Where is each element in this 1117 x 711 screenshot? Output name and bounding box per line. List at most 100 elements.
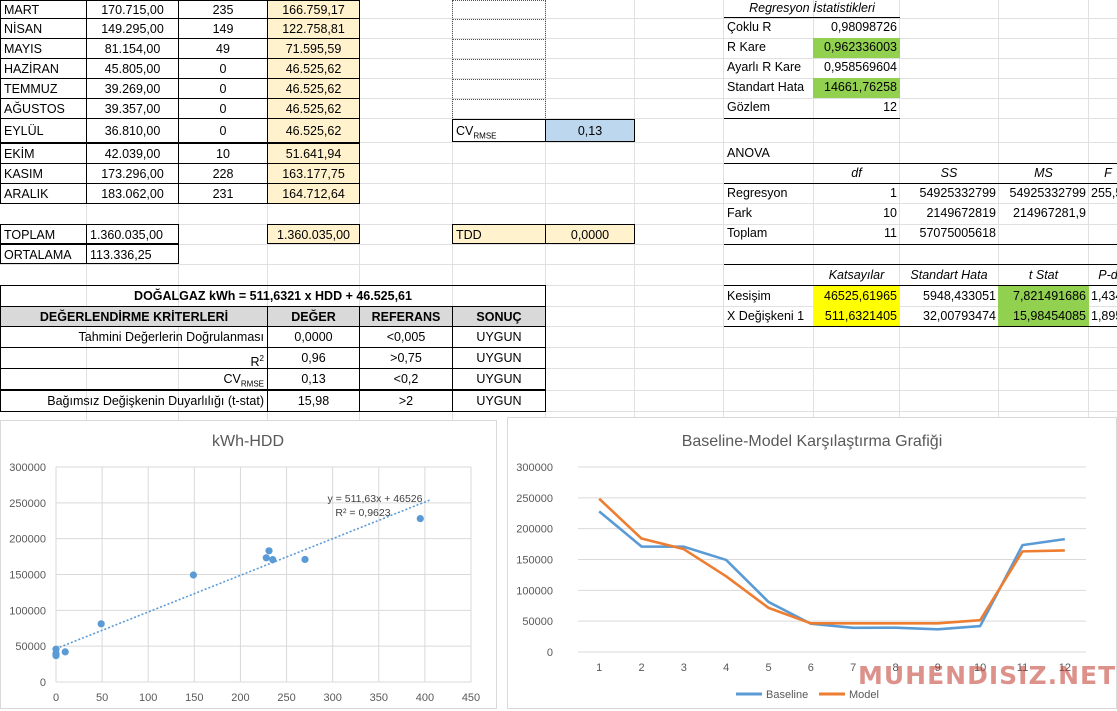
month-hdd[interactable]: 10 bbox=[178, 143, 268, 164]
month-kwh[interactable]: 183.062,00 bbox=[86, 183, 179, 204]
month-hdd[interactable]: 0 bbox=[178, 98, 268, 119]
total-label[interactable]: TOPLAM bbox=[0, 224, 87, 244]
month-model[interactable]: 51.641,94 bbox=[267, 143, 360, 164]
anova-ss[interactable]: 57075005618 bbox=[899, 224, 999, 244]
month-model[interactable]: 166.759,17 bbox=[267, 0, 360, 19]
coef-row-label[interactable]: Kesişim bbox=[724, 286, 814, 307]
anova-header[interactable]: df bbox=[813, 164, 900, 184]
coef-header[interactable]: Standart Hata bbox=[899, 265, 999, 286]
month-hdd[interactable]: 235 bbox=[178, 0, 268, 19]
month-kwh[interactable]: 170.715,00 bbox=[86, 0, 179, 19]
anova-df[interactable]: 10 bbox=[813, 204, 900, 224]
month-model[interactable]: 164.712,64 bbox=[267, 183, 360, 204]
coef-p-value[interactable]: 1,895 bbox=[1088, 306, 1117, 327]
anova-ms[interactable] bbox=[998, 224, 1089, 244]
month-hdd[interactable]: 228 bbox=[178, 163, 268, 184]
month-name[interactable]: TEMMUZ bbox=[0, 78, 87, 99]
criteria-reference[interactable]: >0,75 bbox=[359, 347, 453, 369]
criteria-result[interactable]: UYGUN bbox=[452, 347, 546, 369]
coef-t-stat[interactable]: 7,821491686 bbox=[998, 286, 1089, 307]
regstats-label[interactable]: Gözlem bbox=[724, 98, 814, 118]
regstats-label[interactable]: Standart Hata bbox=[724, 78, 814, 98]
anova-row-label[interactable]: Toplam bbox=[724, 224, 814, 244]
month-name[interactable]: AĞUSTOS bbox=[0, 98, 87, 119]
month-kwh[interactable]: 39.269,00 bbox=[86, 78, 179, 99]
coef-value[interactable]: 511,6321405 bbox=[813, 306, 900, 327]
month-hdd[interactable]: 0 bbox=[178, 118, 268, 143]
month-name[interactable]: MART bbox=[0, 0, 87, 19]
anova-header[interactable]: SS bbox=[899, 164, 999, 184]
total-model[interactable]: 1.360.035,00 bbox=[267, 224, 360, 244]
coef-value[interactable]: 46525,61965 bbox=[813, 286, 900, 307]
month-kwh[interactable]: 45.805,00 bbox=[86, 58, 179, 79]
criteria-reference[interactable]: <0,2 bbox=[359, 368, 453, 390]
coef-p-value[interactable]: 1,434 bbox=[1088, 286, 1117, 307]
month-hdd[interactable]: 0 bbox=[178, 78, 268, 99]
anova-row-label[interactable]: Regresyon bbox=[724, 184, 814, 204]
criteria-header[interactable]: SONUÇ bbox=[452, 306, 546, 327]
month-kwh[interactable]: 39.357,00 bbox=[86, 98, 179, 119]
anova-ms[interactable]: 54925332799 bbox=[998, 184, 1089, 204]
coef-std-error[interactable]: 5948,433051 bbox=[899, 286, 999, 307]
cv-value[interactable]: 0,13 bbox=[545, 119, 635, 142]
month-model[interactable]: 46.525,62 bbox=[267, 58, 360, 79]
regstats-value[interactable]: 0,958569604 bbox=[813, 58, 900, 78]
regstats-value[interactable]: 0,962336003 bbox=[813, 38, 900, 58]
criteria-label[interactable]: CVRMSE bbox=[0, 368, 268, 390]
month-model[interactable]: 122.758,81 bbox=[267, 18, 360, 39]
month-model[interactable]: 163.177,75 bbox=[267, 163, 360, 184]
regstats-title[interactable]: Regresyon İstatistikleri bbox=[724, 0, 900, 18]
month-name[interactable]: KASIM bbox=[0, 163, 87, 184]
criteria-reference[interactable]: >2 bbox=[359, 390, 453, 412]
month-hdd[interactable]: 0 bbox=[178, 58, 268, 79]
criteria-value[interactable]: 0,96 bbox=[267, 347, 360, 369]
month-model[interactable]: 46.525,62 bbox=[267, 78, 360, 99]
anova-df[interactable]: 1 bbox=[813, 184, 900, 204]
criteria-header[interactable]: DEĞERLENDİRME KRİTERLERİ bbox=[0, 306, 268, 327]
kwh-hdd-chart[interactable]: kWh-HDD 0 50000 100000 150000 200000 250000 300… bbox=[0, 420, 497, 709]
month-kwh[interactable]: 173.296,00 bbox=[86, 163, 179, 184]
month-name[interactable]: ARALIK bbox=[0, 183, 87, 204]
criteria-result[interactable]: UYGUN bbox=[452, 326, 546, 348]
total-kwh[interactable]: 1.360.035,00 bbox=[86, 224, 179, 244]
criteria-label[interactable]: Bağımsız Değişkenin Duyarlılığı (t-stat) bbox=[0, 390, 268, 412]
anova-header[interactable]: F bbox=[1088, 164, 1117, 184]
criteria-title[interactable]: DOĞALGAZ kWh = 511,6321 x HDD + 46.525,6… bbox=[0, 285, 546, 307]
month-model[interactable]: 46.525,62 bbox=[267, 118, 360, 143]
criteria-header[interactable]: DEĞER bbox=[267, 306, 360, 327]
average-kwh[interactable]: 113.336,25 bbox=[86, 244, 179, 264]
coef-header[interactable]: Katsayılar bbox=[813, 265, 900, 286]
regstats-value[interactable]: 0,98098726 bbox=[813, 18, 900, 38]
anova-header[interactable]: MS bbox=[998, 164, 1089, 184]
month-name[interactable]: EYLÜL bbox=[0, 118, 87, 143]
month-kwh[interactable]: 81.154,00 bbox=[86, 38, 179, 59]
anova-ms[interactable]: 214967281,9 bbox=[998, 204, 1089, 224]
tdd-label[interactable]: TDD bbox=[452, 224, 546, 244]
coef-std-error[interactable]: 32,00793474 bbox=[899, 306, 999, 327]
regstats-label[interactable]: Ayarlı R Kare bbox=[724, 58, 814, 78]
month-kwh[interactable]: 36.810,00 bbox=[86, 118, 179, 143]
criteria-label[interactable]: R2 bbox=[0, 347, 268, 369]
coef-header[interactable]: P-d bbox=[1088, 265, 1117, 286]
criteria-result[interactable]: UYGUN bbox=[452, 368, 546, 390]
month-hdd[interactable]: 49 bbox=[178, 38, 268, 59]
coef-row-label[interactable]: X Değişkeni 1 bbox=[724, 306, 814, 327]
regstats-value[interactable]: 14661,76258 bbox=[813, 78, 900, 98]
anova-f[interactable]: 255,5 bbox=[1088, 184, 1117, 204]
criteria-header[interactable]: REFERANS bbox=[359, 306, 453, 327]
coef-t-stat[interactable]: 15,98454085 bbox=[998, 306, 1089, 327]
criteria-reference[interactable]: <0,005 bbox=[359, 326, 453, 348]
regstats-label[interactable]: R Kare bbox=[724, 38, 814, 58]
anova-ss[interactable]: 2149672819 bbox=[899, 204, 999, 224]
regstats-label[interactable]: Çoklu R bbox=[724, 18, 814, 38]
criteria-label[interactable]: Tahmini Değerlerin Doğrulanması bbox=[0, 326, 268, 348]
cv-label[interactable]: CVRMSE bbox=[452, 119, 546, 142]
anova-df[interactable]: 11 bbox=[813, 224, 900, 244]
month-hdd[interactable]: 231 bbox=[178, 183, 268, 204]
tdd-value[interactable]: 0,0000 bbox=[545, 224, 635, 244]
criteria-value[interactable]: 15,98 bbox=[267, 390, 360, 412]
anova-title[interactable]: ANOVA bbox=[724, 143, 814, 163]
criteria-result[interactable]: UYGUN bbox=[452, 390, 546, 412]
month-name[interactable]: NİSAN bbox=[0, 18, 87, 39]
anova-ss[interactable]: 54925332799 bbox=[899, 184, 999, 204]
